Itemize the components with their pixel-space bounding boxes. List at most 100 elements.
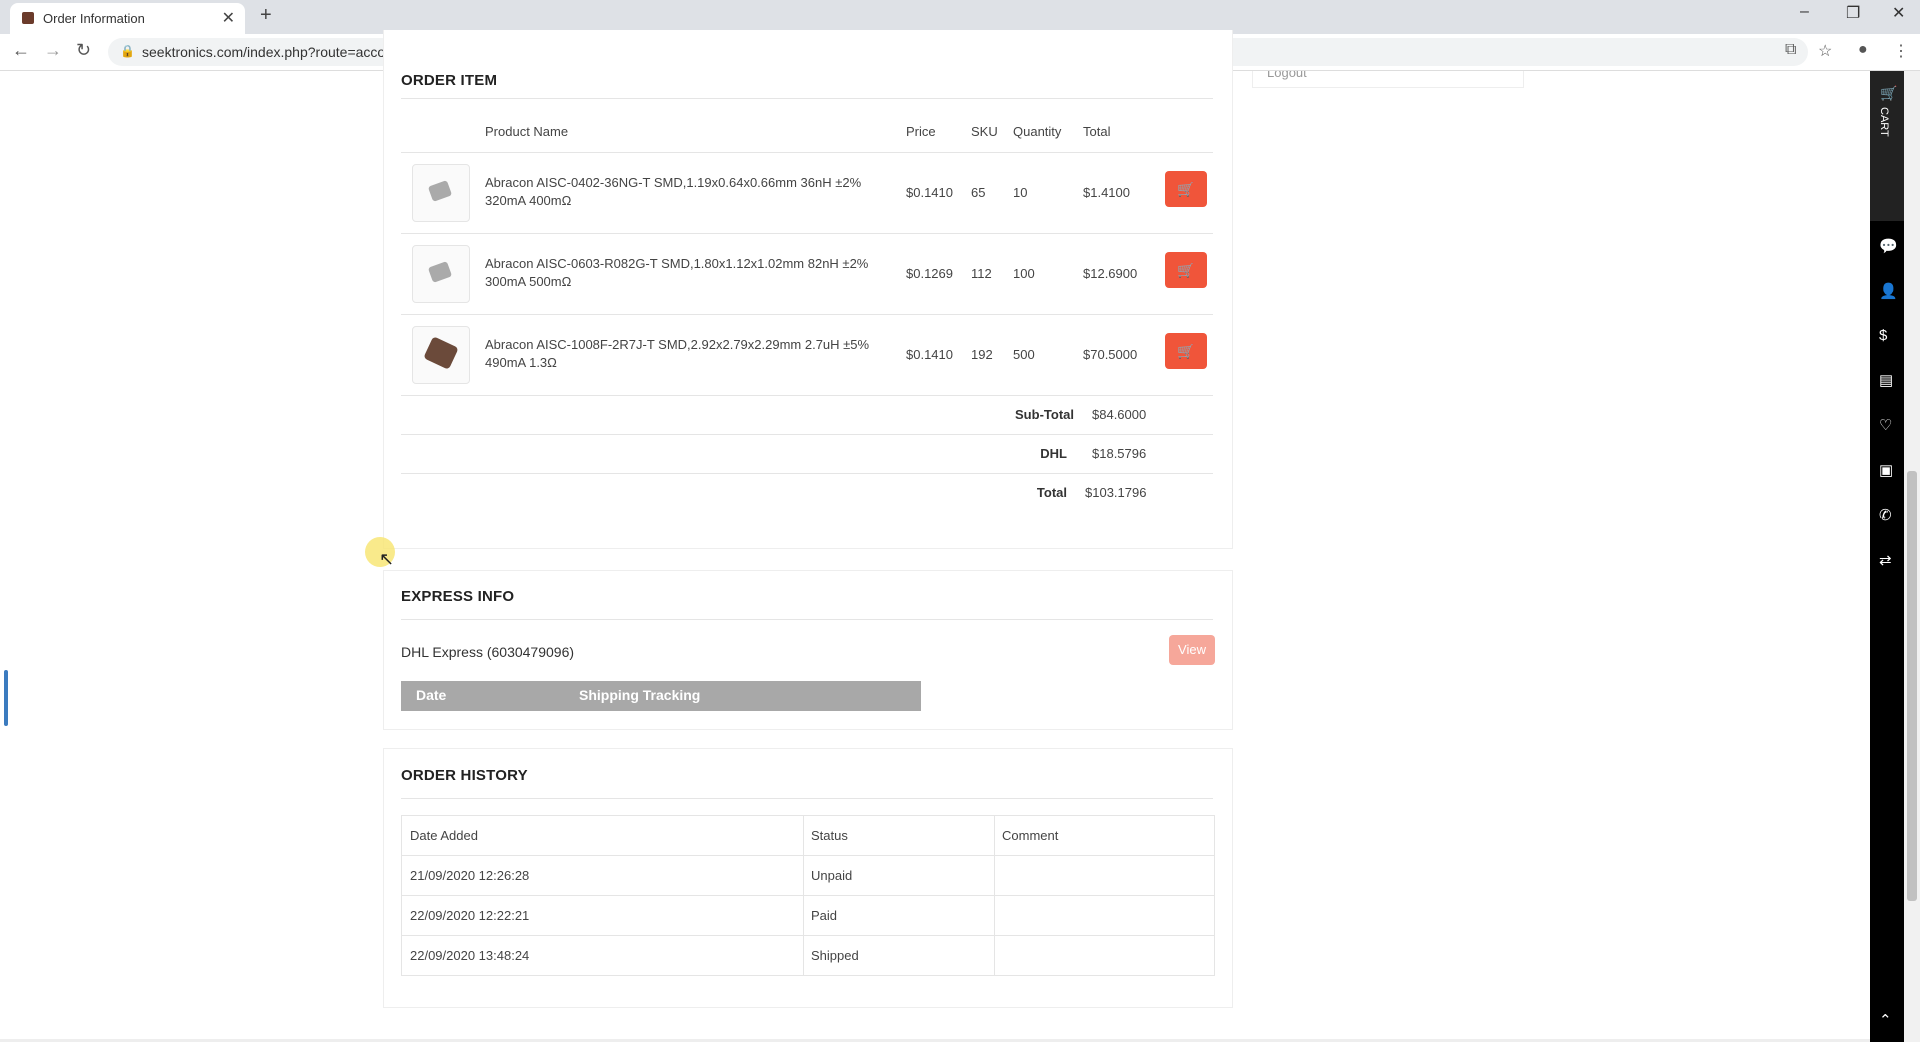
tracking-table-header: Date Shipping Tracking <box>401 681 921 711</box>
history-status: Paid <box>811 908 838 923</box>
col-date-added: Date Added <box>410 828 478 843</box>
order-history-title: ORDER HISTORY <box>401 767 528 784</box>
divider <box>401 314 1213 315</box>
order-item-title: ORDER ITEM <box>401 72 498 89</box>
product-name[interactable]: Abracon AISC-0402-36NG-T SMD,1.19x0.64x0… <box>485 174 895 210</box>
side-toolbar: 🛒 CART 💬 👤 $ ▤ ♡ ▣ ✆ ⇄ ⌃ <box>1870 71 1904 1042</box>
total-value: $103.1796 <box>1085 485 1147 500</box>
forward-icon[interactable]: → <box>44 40 62 61</box>
product-total: $12.6900 <box>1083 266 1138 281</box>
product-sku: 192 <box>971 347 993 362</box>
history-status: Shipped <box>811 948 859 963</box>
document-icon[interactable]: ▤ <box>1879 371 1893 389</box>
product-quantity: 10 <box>1013 185 1028 200</box>
product-total: $1.4100 <box>1083 185 1130 200</box>
tab-close-icon[interactable]: ✕ <box>222 8 235 28</box>
product-price: $0.1410 <box>906 347 953 362</box>
product-total: $70.5000 <box>1083 347 1138 362</box>
reorder-button[interactable]: 🛒 <box>1165 171 1207 207</box>
compare-icon[interactable]: ⇄ <box>1879 551 1892 569</box>
col-shipping-tracking: Shipping Tracking <box>579 687 701 703</box>
site-favicon-icon <box>22 12 34 24</box>
col-date: Date <box>416 687 447 703</box>
divider <box>401 619 1213 620</box>
translate-icon[interactable]: ⧉ <box>1785 41 1796 59</box>
minimize-button[interactable]: – <box>1800 3 1809 21</box>
mouse-cursor-icon: ↖ <box>379 549 395 569</box>
cart-panel[interactable]: 🛒 CART <box>1870 71 1904 221</box>
reload-icon[interactable]: ↻ <box>76 40 91 61</box>
product-thumbnail[interactable] <box>412 245 470 303</box>
chip-image <box>423 336 459 370</box>
history-status: Unpaid <box>811 868 853 883</box>
shipping-label: DHL <box>1040 446 1067 461</box>
divider <box>401 233 1213 234</box>
menu-dots-icon[interactable]: ⋮ <box>1893 41 1909 61</box>
bookmark-star-icon[interactable]: ☆ <box>1818 41 1832 61</box>
tab-title: Order Information <box>43 11 145 26</box>
product-quantity: 100 <box>1013 266 1035 281</box>
cart-icon: 🛒 <box>1177 262 1195 278</box>
col-product-name: Product Name <box>485 124 569 139</box>
col-comment: Comment <box>1002 828 1059 843</box>
scrollbar[interactable] <box>1904 71 1920 1042</box>
cart-icon: 🛒 <box>1177 181 1195 197</box>
clipboard-icon[interactable]: ▣ <box>1879 461 1893 479</box>
left-edge-handle[interactable] <box>4 670 8 726</box>
history-date: 22/09/2020 12:22:21 <box>410 908 530 923</box>
cart-icon: 🛒 <box>1177 343 1195 359</box>
history-date: 22/09/2020 13:48:24 <box>410 948 530 963</box>
reorder-button[interactable]: 🛒 <box>1165 252 1207 288</box>
coin-icon[interactable]: $ <box>1879 327 1887 344</box>
divider <box>401 434 1213 435</box>
product-thumbnail[interactable] <box>412 164 470 222</box>
product-sku: 112 <box>971 266 992 281</box>
scrollbar-thumb[interactable] <box>1907 471 1917 901</box>
table-header-row: Date Added Status Comment <box>402 816 1214 856</box>
restore-button[interactable]: ❐ <box>1846 3 1860 23</box>
order-history-table: Date Added Status Comment 21/09/2020 12:… <box>401 815 1215 976</box>
browser-tabbar: Order Information ✕ + – ❐ ✕ <box>0 0 1920 34</box>
col-status: Status <box>811 828 848 843</box>
subtotal-label: Sub-Total <box>1015 407 1074 422</box>
close-window-button[interactable]: ✕ <box>1892 3 1905 23</box>
account-sidebar: Logout <box>1252 71 1524 88</box>
subtotal-value: $84.6000 <box>1092 407 1147 422</box>
profile-icon[interactable]: ● <box>1858 41 1868 59</box>
order-item-card: ORDER ITEM Product Name Price SKU Quanti… <box>383 30 1233 549</box>
col-total: Total <box>1083 124 1111 139</box>
order-history-card: ORDER HISTORY Date Added Status Comment … <box>383 748 1233 1008</box>
total-label: Total <box>1036 485 1067 500</box>
express-info-title: EXPRESS INFO <box>401 588 515 605</box>
carrier-info: DHL Express (6030479096) <box>401 644 575 660</box>
new-tab-button[interactable]: + <box>260 4 272 27</box>
view-tracking-button[interactable]: View <box>1169 635 1215 665</box>
product-thumbnail[interactable] <box>412 326 470 384</box>
express-info-card: EXPRESS INFO DHL Express (6030479096) Vi… <box>383 570 1233 730</box>
cart-label: CART <box>1878 107 1890 137</box>
back-to-top-icon[interactable]: ⌃ <box>1879 1011 1892 1029</box>
table-row: 22/09/2020 13:48:24 Shipped <box>402 936 1214 975</box>
col-price: Price <box>906 124 936 139</box>
reorder-button[interactable]: 🛒 <box>1165 333 1207 369</box>
col-quantity: Quantity <box>1013 124 1062 139</box>
lock-icon: 🔒 <box>120 44 135 58</box>
divider <box>401 798 1213 799</box>
product-sku: 65 <box>971 185 986 200</box>
shipping-value: $18.5796 <box>1092 446 1147 461</box>
phone-icon[interactable]: ✆ <box>1879 506 1892 524</box>
chat-icon[interactable]: 💬 <box>1879 237 1898 255</box>
product-price: $0.1410 <box>906 185 953 200</box>
browser-tab[interactable]: Order Information ✕ <box>10 3 245 34</box>
user-icon[interactable]: 👤 <box>1879 282 1898 300</box>
product-name[interactable]: Abracon AISC-1008F-2R7J-T SMD,2.92x2.79x… <box>485 336 895 372</box>
product-name[interactable]: Abracon AISC-0603-R082G-T SMD,1.80x1.12x… <box>485 255 895 291</box>
divider <box>401 152 1213 153</box>
back-icon[interactable]: ← <box>12 40 30 61</box>
divider <box>401 98 1213 99</box>
heart-icon[interactable]: ♡ <box>1879 416 1892 434</box>
col-sku: SKU <box>971 124 998 139</box>
divider <box>401 473 1213 474</box>
chip-image <box>427 261 453 283</box>
history-date: 21/09/2020 12:26:28 <box>410 868 530 883</box>
